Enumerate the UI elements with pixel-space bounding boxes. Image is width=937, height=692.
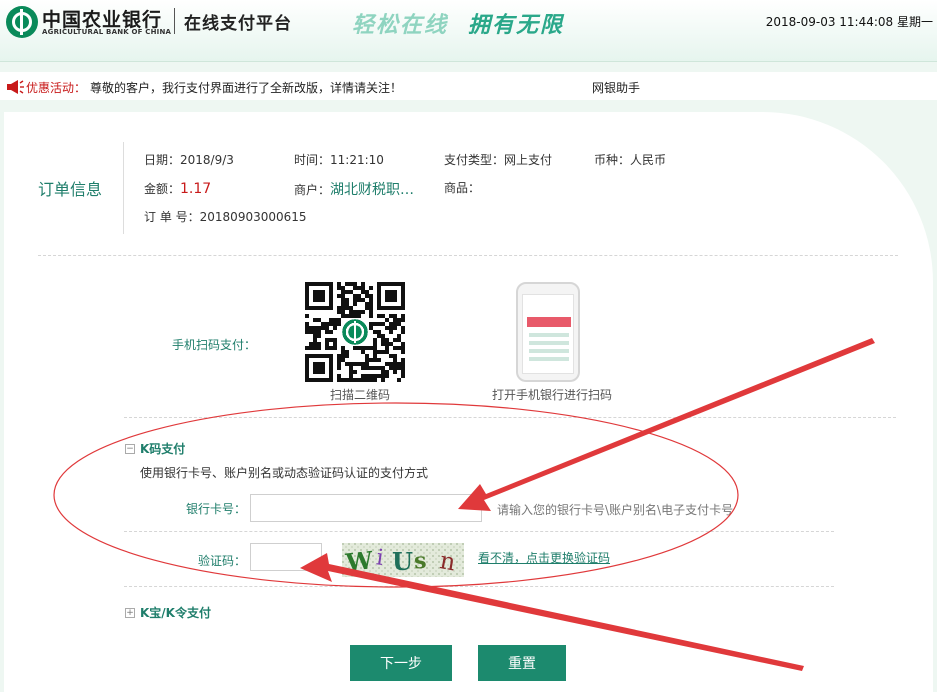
- slogan-part2: 拥有无限: [468, 13, 565, 38]
- kcode-description: 使用银行卡号、账户别名或动态验证码认证的支付方式: [140, 466, 429, 480]
- order-divider: [123, 142, 124, 234]
- captcha-image[interactable]: W i U s n: [342, 543, 464, 577]
- order-pay-type-label: 支付类型：: [444, 153, 505, 167]
- order-time-label: 时间：: [294, 153, 331, 167]
- kcode-collapse-icon[interactable]: −: [125, 444, 135, 454]
- order-number-value: 20180903000615: [199, 210, 307, 224]
- qr-caption: 扫描二维码: [330, 388, 391, 402]
- bank-helper-link[interactable]: 网银助手: [592, 79, 640, 96]
- svg-text:U: U: [392, 547, 413, 576]
- abc-logo-icon: [6, 6, 38, 38]
- refresh-captcha-link[interactable]: 看不清，点击更换验证码: [478, 549, 610, 566]
- notice-bar: 优惠活动： 尊敬的客户，我行支付界面进行了全新改版，详情请关注！ 网银助手: [0, 72, 937, 100]
- card-number-hint: 请输入您的银行卡号\账户别名\电子支付卡号: [497, 503, 734, 517]
- platform-title: 在线支付平台: [184, 14, 292, 34]
- order-pay-type: 支付类型：网上支付: [444, 151, 552, 168]
- page: 中国农业银行 AGRICULTURAL BANK OF CHINA 在线支付平台…: [0, 0, 937, 692]
- kbao-title[interactable]: K宝/K令支付: [140, 604, 211, 621]
- card-number-label: 银行卡号：: [186, 502, 247, 516]
- order-currency-value: 人民币: [630, 153, 667, 167]
- order-time: 时间：11:21:10: [294, 151, 384, 168]
- section-divider: [124, 586, 834, 587]
- qr-code-icon: [305, 282, 405, 382]
- captcha-input[interactable]: [250, 543, 322, 571]
- svg-text:s: s: [413, 548, 427, 575]
- order-amount-label: 金额：: [144, 182, 181, 196]
- section-divider: [124, 417, 896, 418]
- card-number-input[interactable]: [250, 494, 482, 522]
- reset-button[interactable]: 重置: [478, 645, 566, 681]
- order-currency-label: 币种：: [594, 153, 631, 167]
- order-number: 订 单 号：20180903000615: [144, 208, 307, 225]
- header: 中国农业银行 AGRICULTURAL BANK OF CHINA 在线支付平台…: [0, 0, 937, 62]
- order-merchant-label: 商户：: [294, 183, 331, 197]
- next-step-button[interactable]: 下一步: [350, 645, 452, 681]
- order-merchant: 商户：湖北财税职…: [294, 179, 414, 199]
- order-currency: 币种：人民币: [594, 151, 666, 168]
- bank-name-en: AGRICULTURAL BANK OF CHINA: [42, 28, 172, 36]
- phone-icon: [516, 282, 580, 382]
- order-goods: 商品：: [444, 179, 480, 196]
- mobile-scan-label: 手机扫码支付：: [172, 338, 257, 352]
- section-divider: [124, 531, 834, 532]
- speaker-icon: [7, 80, 24, 94]
- order-date: 日期：2018/9/3: [144, 151, 234, 168]
- phone-caption: 打开手机银行进行扫码: [492, 388, 613, 402]
- order-amount: 金额：1.17: [144, 180, 211, 197]
- svg-text:W: W: [343, 545, 375, 577]
- header-divider: [174, 8, 175, 34]
- order-merchant-value: 湖北财税职…: [330, 182, 415, 198]
- notice-label: 优惠活动：: [26, 81, 87, 95]
- order-goods-label: 商品：: [444, 181, 481, 195]
- order-number-label: 订 单 号：: [144, 210, 200, 224]
- order-amount-value: 1.17: [180, 181, 212, 197]
- section-divider: [38, 255, 898, 256]
- kbao-expand-icon[interactable]: +: [125, 608, 135, 618]
- header-datetime: 2018-09-03 11:44:08 星期一: [765, 15, 933, 29]
- notice-text: 尊敬的客户，我行支付界面进行了全新改版，详情请关注！: [90, 81, 403, 95]
- slogan-part1: 轻松在线: [352, 13, 449, 38]
- order-date-label: 日期：: [144, 153, 181, 167]
- order-time-value: 11:21:10: [330, 153, 384, 167]
- kcode-title[interactable]: K码支付: [140, 440, 185, 457]
- order-pay-type-value: 网上支付: [504, 153, 553, 167]
- order-info-title: 订单信息: [38, 180, 103, 199]
- captcha-label: 验证码：: [198, 554, 247, 568]
- order-date-value: 2018/9/3: [180, 153, 234, 167]
